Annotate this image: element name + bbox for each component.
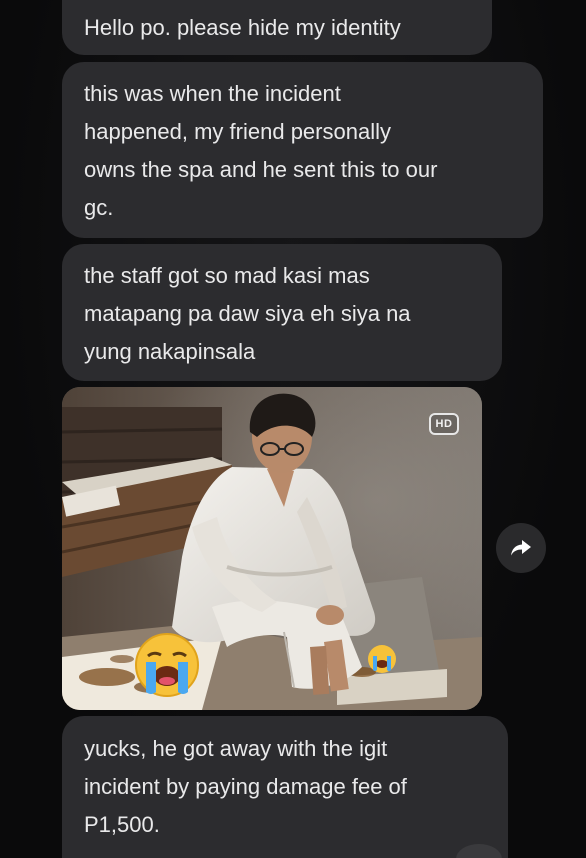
message-line: gc.: [84, 195, 114, 220]
message-line: P1,500.: [84, 812, 160, 837]
message-line: happened, my friend personally: [84, 119, 391, 144]
crying-face-emoji-icon: [134, 632, 200, 698]
message-line: owns the spa and he sent this to our: [84, 157, 438, 182]
message-bubble-3[interactable]: the staff got so mad kasi mas matapang p…: [62, 244, 502, 381]
photo-message[interactable]: [62, 387, 482, 710]
message-line: incident by paying damage fee of: [84, 774, 407, 799]
chat-screen: Hello po. please hide my identity this w…: [0, 0, 586, 858]
message-line: the staff got so mad kasi mas: [84, 263, 370, 288]
forward-button[interactable]: [496, 523, 546, 573]
message-line: yucks, he got away with the igit: [84, 736, 388, 761]
message-bubble-1[interactable]: Hello po. please hide my identity: [62, 0, 492, 55]
message-line: matapang pa daw siya eh siya na: [84, 301, 411, 326]
crying-face-emoji-icon: [367, 644, 397, 674]
message-line: this was when the incident: [84, 81, 341, 106]
photo-image: [62, 387, 482, 710]
message-bubble-2[interactable]: this was when the incident happened, my …: [62, 62, 543, 238]
hd-badge-icon: HD: [429, 413, 459, 435]
share-arrow-icon: [511, 540, 531, 556]
message-line: yung nakapinsala: [84, 339, 256, 364]
message-bubble-4[interactable]: yucks, he got away with the igit inciden…: [62, 716, 508, 858]
message-text: Hello po. please hide my identity: [84, 15, 401, 40]
